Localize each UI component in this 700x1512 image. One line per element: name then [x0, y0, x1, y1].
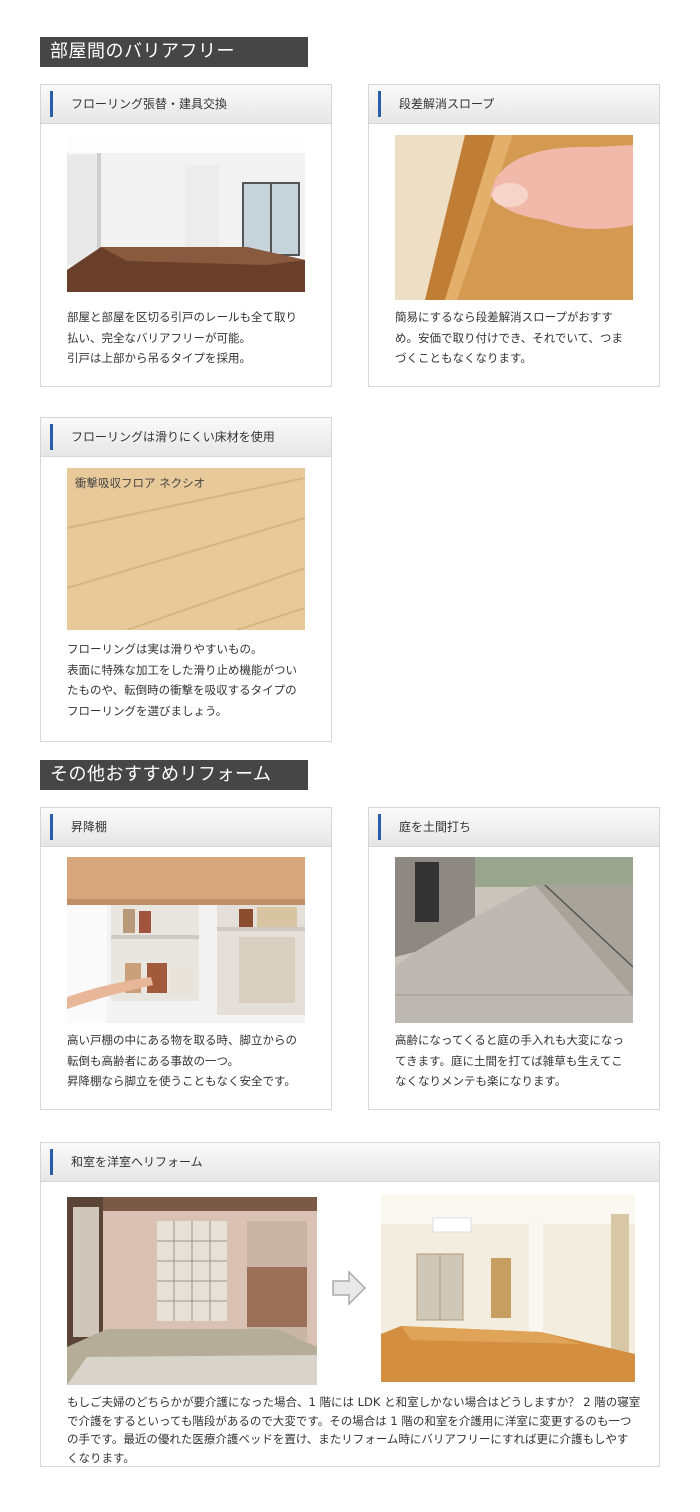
header-accent-bar	[50, 91, 53, 117]
text-line: フローリングを選びましょう。	[67, 703, 228, 718]
section-title-barrier-free: 部屋間のバリアフリー	[40, 37, 308, 67]
card-header: 昇降棚	[41, 808, 331, 847]
header-accent-bar	[378, 814, 381, 840]
card-title: 庭を土間打ち	[399, 820, 472, 834]
photo-caption: 衝撃吸収フロア ネクシオ	[75, 476, 206, 490]
text-line: 簡易にするなら段差解消スロープがおすす	[395, 310, 613, 324]
header-accent-bar	[50, 424, 53, 450]
card-title: 和室を洋室へリフォーム	[71, 1155, 203, 1169]
card-header: フローリングは滑りにくい床材を使用	[41, 418, 331, 457]
header-accent-bar	[50, 1149, 53, 1175]
text-line: てきます。庭に土間を打てば雑草も生えてこ	[395, 1053, 623, 1068]
text-line: 表面に特殊な加工をした滑り止め機能がつい	[67, 662, 297, 677]
card-garden-doma: 庭を土間打ち 高齢になってくると庭の手入れも大変になっ てきます。庭に土間を打て…	[368, 807, 660, 1110]
garden-concrete-photo	[395, 857, 633, 1023]
card-flooring: フローリング張替・建具交換 部屋と部屋を区切る引戸のレールも全て取り 払い、完全…	[40, 84, 332, 387]
card-lift-shelf: 昇降棚 高い戸棚の中にある物を取る時、脚立からの 転倒も高齢者にある事故の一つ。…	[40, 807, 332, 1110]
card-nonslip-flooring: フローリングは滑りにくい床材を使用 衝撃吸収フロア ネクシオ フローリングは実は…	[40, 417, 332, 742]
card-header: フローリング張替・建具交換	[41, 85, 331, 124]
card-header: 和室を洋室へリフォーム	[41, 1143, 659, 1182]
card-title: フローリング張替・建具交換	[71, 97, 228, 111]
text-line: づくこともなくなります。	[395, 351, 532, 365]
room-flooring-photo	[67, 135, 305, 292]
card-washitsu-reform: 和室を洋室へリフォーム もしご夫婦のどちらかが要介護になった場合、1 階には L…	[40, 1142, 660, 1467]
header-accent-bar	[378, 91, 381, 117]
card-title: フローリングは滑りにくい床材を使用	[71, 430, 275, 444]
card-description: フローリングは実は滑りやすいもの。 表面に特殊な加工をした滑り止め機能がつい た…	[67, 639, 312, 721]
card-header: 段差解消スロープ	[369, 85, 659, 124]
text-line: フローリングは実は滑りやすいもの。	[67, 642, 263, 656]
card-title: 段差解消スロープ	[399, 97, 495, 111]
text-line: くなります。	[67, 1450, 135, 1465]
card-header: 庭を土間打ち	[369, 808, 659, 847]
text-line: 部屋と部屋を区切る引戸のレールも全て取り	[67, 310, 297, 324]
card-slope: 段差解消スロープ 簡易にするなら段差解消スロープがおすす め。安価で取り付けでき…	[368, 84, 660, 387]
header-accent-bar	[50, 814, 53, 840]
card-description: 部屋と部屋を区切る引戸のレールも全て取り 払い、完全なバリアフリーが可能。 引戸…	[67, 307, 312, 369]
text-line: 昇降棚なら脚立を使うこともなく安全です。	[67, 1074, 296, 1088]
slope-photo	[395, 135, 633, 300]
card-description: 簡易にするなら段差解消スロープがおすす め。安価で取り付けでき、それでいて、つま…	[395, 307, 640, 369]
card-title: 昇降棚	[71, 820, 108, 834]
before-japanese-room-photo	[67, 1197, 317, 1385]
arrow-right-icon	[331, 1270, 367, 1306]
flooring-sample-photo: 衝撃吸収フロア ネクシオ	[67, 468, 305, 630]
text-line: の手です。最近の優れた医療介護ベッドを置け、またリフォーム時にバリアフリーにすれ…	[67, 1432, 629, 1446]
text-line: 転倒も高齢者にある事故の一つ。	[67, 1053, 240, 1068]
text-line: 払い、完全なバリアフリーが可能。	[67, 330, 251, 345]
text-line: 高齢になってくると庭の手入れも大変になっ	[395, 1033, 624, 1047]
text-line: たものや、転倒時の衝撃を吸収するタイプの	[67, 683, 297, 697]
card-description: 高齢になってくると庭の手入れも大変になっ てきます。庭に土間を打てば雑草も生えて…	[395, 1030, 640, 1092]
after-western-room-photo	[381, 1194, 635, 1382]
card-description: もしご夫婦のどちらかが要介護になった場合、1 階には LDK と和室しかない場合…	[67, 1393, 641, 1467]
card-description: 高い戸棚の中にある物を取る時、脚立からの 転倒も高齢者にある事故の一つ。 昇降棚…	[67, 1030, 312, 1092]
text-line: もしご夫婦のどちらかが要介護になった場合、1 階には LDK と和室しかない場合…	[67, 1395, 641, 1409]
text-line: め。安価で取り付けでき、それでいて、つま	[395, 330, 623, 345]
text-line: で介護をするといっても階段があるので大変です。その場合は 1 階の和室を介護用に…	[67, 1413, 632, 1428]
text-line: 引戸は上部から吊るタイプを採用。	[67, 351, 251, 365]
text-line: 高い戸棚の中にある物を取る時、脚立からの	[67, 1033, 297, 1047]
lift-shelf-photo	[67, 857, 305, 1023]
section-title-other: その他おすすめリフォーム	[40, 760, 308, 790]
text-line: なくなりメンテも楽になります。	[395, 1074, 567, 1088]
